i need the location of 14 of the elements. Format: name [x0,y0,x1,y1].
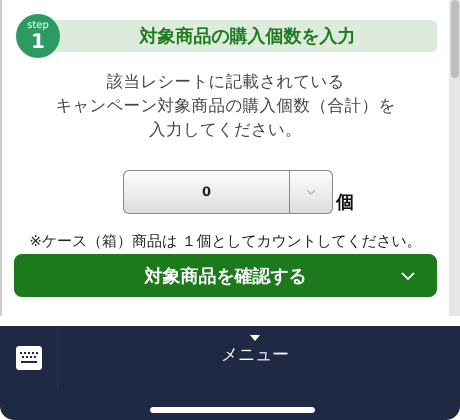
keyboard-icon[interactable] [16,346,42,370]
instruction-text: 該当レシートに記載されている [106,71,344,93]
step-badge: step 1 [16,14,60,58]
scrollbar-thumb[interactable] [451,0,459,78]
chevron-down-icon [401,272,415,280]
chevron-down-icon [306,189,316,195]
triangle-down-icon [250,335,260,341]
instruction-text: キャンペーン対象商品の購入個数（合計）を [56,95,396,117]
instruction-text: 入力してください。 [149,119,302,141]
unit-label: 個 [336,191,354,214]
menu-button[interactable]: メニュー [200,334,310,367]
note-text: ※ケース（箱）商品は １個としてカウントしてください。 [28,231,423,252]
confirm-products-button[interactable]: 対象商品を確認する [14,254,437,297]
quantity-select[interactable]: 0 [123,170,333,214]
